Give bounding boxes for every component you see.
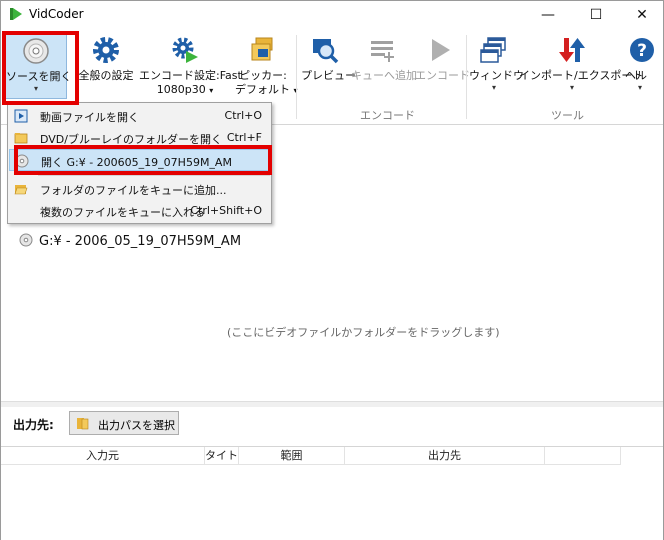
menu-item-open-video-file[interactable]: 動画ファイルを開く Ctrl+O — [9, 105, 270, 127]
gear-icon — [93, 37, 119, 63]
encode-label: エンコード — [415, 69, 470, 82]
encode-queue-table[interactable]: 入力元 タイトル 範囲 出力先 — [1, 446, 663, 540]
picker-value: デフォルト ▾ — [235, 83, 298, 96]
window-menu-label: ウィンドウ — [469, 69, 524, 82]
import-export-button[interactable]: インポート/エクスポート ▾ — [519, 33, 644, 103]
picker-label: ピッカー: — [239, 69, 287, 82]
video-file-icon — [14, 109, 28, 123]
menu-item-label: 複数のファイルをキューに入れる — [40, 206, 205, 219]
svg-text:?: ? — [637, 41, 647, 61]
folder-icon — [77, 418, 89, 430]
choose-output-path-button[interactable]: 出力パスを選択 — [69, 411, 179, 435]
menu-item-shortcut: Ctrl+F — [226, 131, 262, 144]
disc-icon — [19, 233, 33, 247]
column-header-title[interactable]: タイトル — [205, 447, 239, 465]
window-title: VidCoder — [29, 7, 84, 21]
highlight-open-disc — [14, 145, 272, 175]
maximize-button[interactable]: ☐ — [573, 1, 619, 29]
general-settings-button[interactable]: 全般の設定 — [75, 33, 137, 103]
choose-output-path-label: 出力パスを選択 — [98, 419, 175, 432]
chevron-down-icon: ▾ — [637, 83, 642, 92]
help-button[interactable]: ? ヘル ▾ — [625, 33, 655, 103]
encode-settings-label: エンコード設定:Fast — [139, 69, 242, 82]
column-header-range[interactable]: 範囲 — [239, 447, 345, 465]
encode-button[interactable]: エンコード — [415, 33, 470, 103]
windows-icon — [480, 37, 506, 63]
source-disc-item[interactable]: G:¥ - 2006_05_19_07H59M_AM — [19, 233, 241, 249]
add-to-queue-label: キューへ追加 — [351, 69, 417, 82]
menu-item-shortcut: Ctrl+Shift+O — [190, 204, 262, 217]
add-to-queue-button[interactable]: キューへ追加 — [351, 33, 417, 103]
menu-separator — [38, 175, 270, 176]
group-label-encode: エンコード — [360, 109, 415, 122]
menu-item-add-folder-to-queue[interactable]: フォルダのファイルをキューに追加... — [9, 178, 270, 200]
chevron-down-icon: ▾ — [569, 83, 574, 92]
general-settings-label: 全般の設定 — [78, 69, 134, 82]
queue-add-icon — [371, 41, 394, 62]
minimize-button[interactable]: — — [525, 1, 571, 29]
menu-item-queue-multiple-files[interactable]: 複数のファイルをキューに入れる Ctrl+Shift+O — [9, 200, 270, 222]
output-path-label: 出力先: — [13, 418, 54, 432]
ribbon-separator — [466, 35, 467, 119]
import-export-label: インポート/エクスポート — [519, 69, 644, 82]
ribbon-separator — [296, 35, 297, 119]
picker-button[interactable]: ピッカー: デフォルト ▾ — [235, 33, 298, 103]
highlight-open-source — [2, 31, 79, 105]
help-label: ヘル — [625, 69, 647, 82]
column-header-extra[interactable] — [545, 447, 621, 465]
app-window: VidCoder — ☐ ✕ ソースを開く ▾ 全般の設定 エンコード設定:Fa… — [0, 0, 664, 540]
encode-settings-button[interactable]: エンコード設定:Fast 1080p30 ▾ — [139, 33, 242, 103]
menu-item-label: 動画ファイルを開く — [40, 111, 139, 124]
import-export-arrows-icon — [559, 38, 585, 62]
preview-button[interactable]: プレビュー — [301, 33, 356, 103]
source-disc-label: G:¥ - 2006_05_19_07H59M_AM — [39, 234, 242, 249]
preview-label: プレビュー — [301, 69, 356, 82]
folder-open-icon — [14, 185, 28, 195]
pane-splitter[interactable] — [1, 401, 663, 407]
folder-icon — [14, 133, 28, 144]
column-header-source[interactable]: 入力元 — [1, 447, 205, 465]
drop-hint-text: (ここにビデオファイルかフォルダーをドラッグします) — [227, 326, 500, 339]
menu-item-label: フォルダのファイルをキューに追加... — [40, 184, 227, 197]
play-icon — [432, 39, 450, 61]
menu-item-shortcut: Ctrl+O — [224, 109, 262, 122]
magnifier-icon — [313, 39, 339, 64]
window-menu-button[interactable]: ウィンドウ ▾ — [469, 33, 524, 103]
title-bar: VidCoder — ☐ ✕ — [1, 1, 663, 29]
group-label-tools: ツール — [551, 109, 584, 122]
picker-folders-icon — [251, 37, 273, 61]
vidcoder-logo-icon — [10, 8, 22, 20]
close-button[interactable]: ✕ — [619, 1, 664, 29]
encode-settings-preset: 1080p30 ▾ — [156, 83, 214, 96]
help-icon: ? — [630, 38, 654, 62]
chevron-down-icon: ▾ — [491, 83, 496, 92]
encode-settings-icon — [172, 37, 198, 63]
column-header-destination[interactable]: 出力先 — [345, 447, 545, 465]
